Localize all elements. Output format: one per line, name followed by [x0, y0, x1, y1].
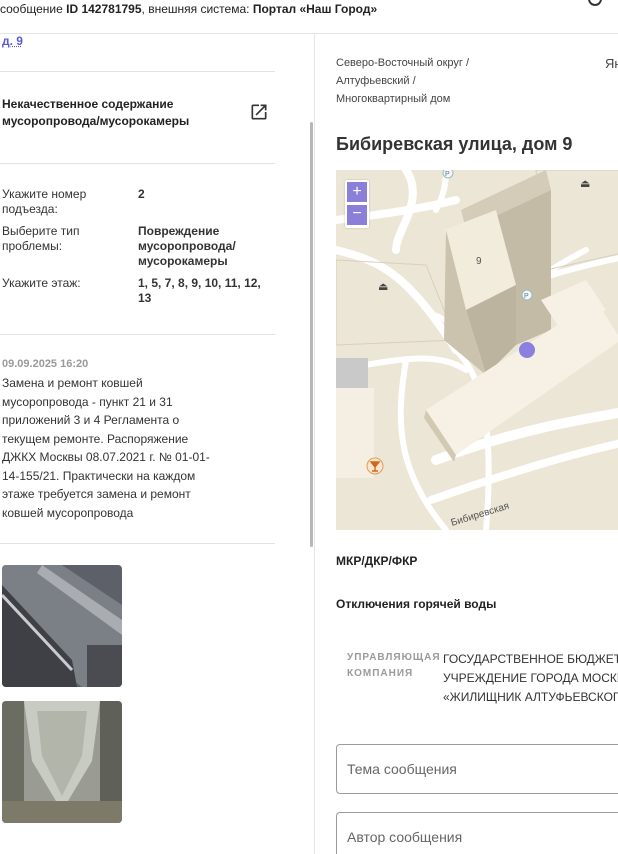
message-id: ID 142781795 [66, 2, 142, 16]
divider [0, 543, 275, 544]
field-value-floor: 1, 5, 7, 8, 9, 10, 11, 12, 13 [138, 276, 261, 305]
header-prefix: сообщение [0, 2, 63, 16]
divider [0, 334, 275, 335]
zoom-controls: + − [345, 180, 369, 228]
breadcrumb: Северо-Восточный округ / Алтуфьевский / … [336, 54, 506, 108]
management-company-line: УЧРЕЖДЕНИЕ ГОРОДА МОСКВЫ [443, 671, 618, 685]
section-capital-repair[interactable]: МКР/ДКР/ФКР [336, 554, 417, 568]
subject-field[interactable] [336, 744, 618, 794]
field-label-floor: Укажите этаж: [2, 276, 81, 290]
building-map[interactable]: 9 P P ⏏ ⏏ Бибиревская + − [336, 170, 618, 530]
field-value-entrance: 2 [138, 187, 145, 201]
zoom-in-button[interactable]: + [347, 182, 367, 202]
photo-thumbnail[interactable] [2, 701, 122, 823]
breadcrumb-area[interactable]: Алтуфьевский / [336, 72, 506, 90]
author-input[interactable] [337, 813, 618, 854]
poi-icon: ⏏ [378, 280, 388, 293]
field-label-problem-type: Выберите тип проблемы: [2, 224, 80, 253]
field-value-problem-type: Повреждение мусоропровода/ мусорокамеры [138, 224, 236, 268]
message-header-text: сообщение ID 142781795, внешняя система:… [0, 2, 377, 16]
divider [0, 71, 275, 72]
zoom-out-button[interactable]: − [347, 205, 367, 225]
management-company-name: ГОСУДАРСТВЕННОЕ БЮДЖЕТНОЕ УЧРЕЖДЕНИЕ ГОР… [443, 650, 618, 707]
author-field[interactable] [336, 812, 618, 854]
cafe-marker-icon[interactable] [366, 457, 384, 475]
breadcrumb-district[interactable]: Северо-Восточный округ / [336, 54, 506, 72]
breadcrumb-building-type[interactable]: Многоквартирный дом [336, 90, 506, 108]
problem-category: Некачественное содержание мусоропровода/… [2, 97, 190, 128]
section-hot-water-outage[interactable]: Отключения горячей воды [336, 597, 496, 611]
scrollbar[interactable] [310, 122, 313, 547]
building-address: Бибиревская улица, дом 9 [336, 134, 573, 154]
header-system-label: , внешняя система: [141, 2, 250, 16]
parking-icon: P [521, 289, 533, 301]
field-label-entrance: Укажите номер подъезда: [2, 187, 87, 216]
open-external-icon[interactable] [249, 102, 269, 122]
poi-icon: ⏏ [580, 177, 590, 190]
management-company-line: «ЖИЛИЩНИК АЛТУФЬЕВСКОГО» [443, 690, 618, 704]
parking-icon: P [442, 170, 454, 179]
building-number-label: 9 [476, 256, 482, 267]
management-company-line: ГОСУДАРСТВЕННОЕ БЮДЖЕТНОЕ [443, 652, 618, 666]
subject-input[interactable] [337, 745, 618, 793]
building-info-pane: Северо-Восточный округ / Алтуфьевский / … [316, 34, 618, 854]
svg-text:P: P [445, 171, 450, 178]
comment-text: Замена и ремонт ковшей мусоропровода - п… [2, 376, 210, 520]
divider [0, 163, 275, 164]
photo-thumbnail[interactable] [2, 565, 122, 687]
house-link[interactable]: д. 9 [2, 34, 23, 48]
map-provider-label: Ян [605, 56, 618, 71]
problem-details-pane[interactable]: д. 9 Некачественное содержание мусоропро… [0, 34, 315, 854]
search-icon[interactable] [588, 0, 602, 6]
svg-text:P: P [524, 293, 529, 300]
location-marker[interactable] [519, 342, 535, 358]
message-header: сообщение ID 142781795, внешняя система:… [0, 0, 618, 34]
external-system-name: Портал «Наш Город» [252, 2, 378, 16]
comment-date: 09.09.2025 16:20 [2, 358, 89, 370]
management-company-label: УПРАВЛЯЮЩАЯ КОМПАНИЯ [347, 652, 441, 679]
